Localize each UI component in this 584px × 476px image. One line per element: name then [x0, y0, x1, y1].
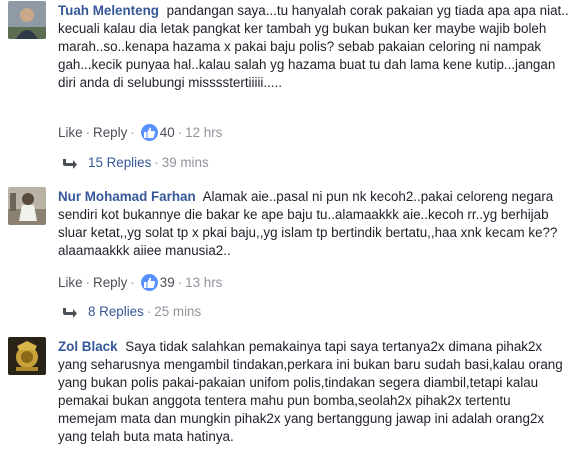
reply-link[interactable]: Reply [93, 275, 127, 290]
reply-link[interactable]: Reply [93, 125, 127, 140]
reply-arrow-icon [62, 306, 82, 324]
comment-text: Saya tidak salahkan pemakainya tapi saya… [58, 339, 563, 444]
comment-body: Nur Mohamad Farhan Alamak aie..pasal ni … [58, 188, 570, 260]
replies-time: 25 mins [154, 304, 202, 319]
comment-actions: Like · Reply · 39 · 13 hrs [58, 274, 223, 291]
comment-author[interactable]: Nur Mohamad Farhan [58, 189, 196, 204]
avatar[interactable] [8, 1, 46, 39]
view-replies-link[interactable]: 8 Replies [88, 304, 144, 319]
comment-author[interactable]: Tuah Melenteng [58, 3, 159, 18]
comment-body: Zol Black Saya tidak salahkan pemakainya… [58, 338, 570, 446]
like-reaction-icon[interactable] [140, 124, 158, 141]
like-link[interactable]: Like [58, 125, 83, 140]
reply-arrow-icon [62, 157, 82, 175]
comment-time[interactable]: 12 hrs [185, 125, 222, 140]
reaction-count[interactable]: 39 [160, 275, 175, 290]
avatar[interactable] [8, 187, 46, 225]
comment-body: Tuah Melenteng pandangan saya...tu hanya… [58, 2, 570, 92]
replies-row[interactable]: 15 Replies · 39 mins [62, 154, 209, 175]
view-replies-link[interactable]: 15 Replies [88, 155, 151, 170]
replies-time: 39 mins [161, 155, 209, 170]
replies-row[interactable]: 8 Replies · 25 mins [62, 303, 201, 324]
reaction-count[interactable]: 40 [160, 125, 175, 140]
like-reaction-icon[interactable] [140, 274, 158, 291]
comment-time[interactable]: 13 hrs [185, 275, 222, 290]
like-link[interactable]: Like [58, 275, 83, 290]
comment-author[interactable]: Zol Black [58, 339, 118, 354]
avatar[interactable] [8, 337, 46, 375]
comment-actions: Like · Reply · 40 · 12 hrs [58, 124, 223, 141]
